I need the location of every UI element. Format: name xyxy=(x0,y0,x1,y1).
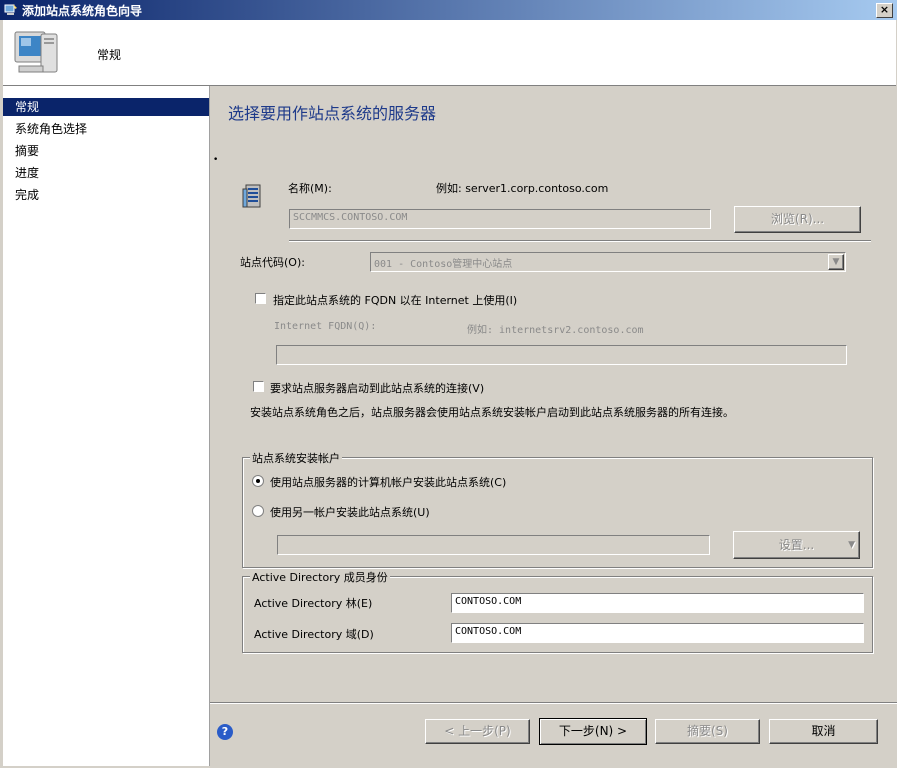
fqdn-checkbox[interactable] xyxy=(255,293,266,304)
stray-dot: • xyxy=(213,155,219,165)
ad-domain-input[interactable]: CONTOSO.COM xyxy=(451,623,864,643)
dropdown-arrow-icon: ▼ xyxy=(848,540,855,550)
internet-fqdn-input[interactable] xyxy=(276,345,847,365)
require-connection-label: 要求站点服务器启动到此站点系统的连接(V) xyxy=(270,382,485,395)
fqdn-checkbox-label: 指定此站点系统的 FQDN 以在 Internet 上使用(I) xyxy=(273,294,518,307)
nav-item-general[interactable]: 常规 xyxy=(3,98,209,116)
computer-icon xyxy=(14,31,58,73)
computer-account-radio[interactable] xyxy=(252,475,264,487)
install-account-group-title: 站点系统安装帐户 xyxy=(250,450,342,466)
internet-fqdn-label: Internet FQDN(Q): xyxy=(274,321,377,332)
ad-forest-label: Active Directory 林(E) xyxy=(254,597,373,610)
window-title: 添加站点系统角色向导 xyxy=(22,4,143,18)
close-button[interactable]: × xyxy=(876,3,893,18)
name-label: 名称(M): xyxy=(288,182,332,195)
wizard-header: 常规 xyxy=(3,20,896,86)
page-title: 选择要用作站点系统的服务器 xyxy=(228,104,437,123)
ad-domain-value: CONTOSO.COM xyxy=(455,626,522,637)
header-title: 常规 xyxy=(97,48,122,62)
site-code-value: 001 - Contoso管理中心站点 xyxy=(374,259,513,270)
name-input[interactable]: SCCMMCS.CONTOSO.COM xyxy=(289,209,711,229)
internet-fqdn-example: 例如: internetsrv2.contoso.com xyxy=(467,325,644,336)
nav-item-completion[interactable]: 完成 xyxy=(3,186,209,204)
next-button[interactable]: 下一步(N) > xyxy=(539,718,647,745)
name-value: SCCMMCS.CONTOSO.COM xyxy=(293,212,408,223)
ad-membership-group-title: Active Directory 成员身份 xyxy=(250,569,390,585)
computer-account-radio-label: 使用站点服务器的计算机帐户安装此站点系统(C) xyxy=(270,476,507,489)
close-icon: × xyxy=(879,3,890,16)
info-text: 安装站点系统角色之后，站点服务器会使用站点系统安装帐户启动到此站点系统服务器的所… xyxy=(250,406,734,419)
account-input[interactable] xyxy=(277,535,710,555)
site-code-select[interactable]: 001 - Contoso管理中心站点 ▼ xyxy=(370,252,846,272)
wizard-nav: 常规 系统角色选择 摘要 进度 完成 xyxy=(3,86,210,766)
ad-forest-value: CONTOSO.COM xyxy=(455,596,522,607)
name-example: 例如: server1.corp.contoso.com xyxy=(436,182,609,195)
prev-button[interactable]: < 上一步(P) xyxy=(425,719,530,744)
cancel-button[interactable]: 取消 xyxy=(769,719,878,744)
wizard-icon xyxy=(4,4,17,15)
nav-item-role-selection[interactable]: 系统角色选择 xyxy=(3,120,209,138)
nav-item-summary[interactable]: 摘要 xyxy=(3,142,209,160)
help-icon[interactable]: ? xyxy=(217,724,233,740)
server-icon xyxy=(242,184,261,208)
chevron-down-icon[interactable]: ▼ xyxy=(828,254,844,270)
nav-item-progress[interactable]: 进度 xyxy=(3,164,209,182)
ad-forest-input[interactable]: CONTOSO.COM xyxy=(451,593,864,613)
separator xyxy=(289,240,871,242)
title-bar: 添加站点系统角色向导 × xyxy=(0,0,897,20)
settings-button[interactable]: 设置... ▼ xyxy=(733,531,860,559)
footer-separator xyxy=(210,702,897,704)
settings-button-label: 设置... xyxy=(778,538,815,552)
site-code-label: 站点代码(O): xyxy=(240,256,305,269)
other-account-radio-label: 使用另一帐户安装此站点系统(U) xyxy=(270,506,430,519)
require-connection-checkbox[interactable] xyxy=(253,381,264,392)
summary-button[interactable]: 摘要(S) xyxy=(655,719,760,744)
other-account-radio[interactable] xyxy=(252,505,264,517)
browse-button[interactable]: 浏览(R)... xyxy=(734,206,861,233)
ad-domain-label: Active Directory 域(D) xyxy=(254,628,374,641)
